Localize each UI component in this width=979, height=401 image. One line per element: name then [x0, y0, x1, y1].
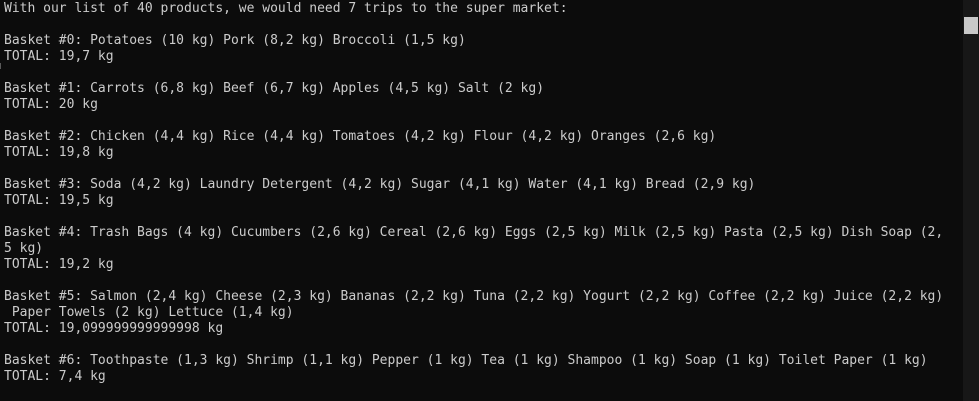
console-line: TOTAL: 19,8 kg [4, 145, 114, 160]
scrollbar-thumb[interactable] [964, 17, 978, 34]
vertical-scrollbar[interactable] [963, 0, 979, 401]
console-edge-marker [0, 63, 1, 69]
console-line: Basket #0: Potatoes (10 kg) Pork (8,2 kg… [4, 33, 466, 48]
console-line: Basket #5: Salmon (2,4 kg) Cheese (2,3 k… [4, 289, 944, 304]
console-output: With our list of 40 products, we would n… [4, 1, 963, 385]
console-line: Basket #3: Soda (4,2 kg) Laundry Deterge… [4, 177, 756, 192]
console-line: With our list of 40 products, we would n… [4, 1, 568, 16]
console-line: Basket #6: Toothpaste (1,3 kg) Shrimp (1… [4, 353, 928, 368]
console-line: Basket #4: Trash Bags (4 kg) Cucumbers (… [4, 225, 944, 240]
console-line: TOTAL: 19,5 kg [4, 193, 114, 208]
console-line: Basket #1: Carrots (6,8 kg) Beef (6,7 kg… [4, 81, 545, 96]
console-line: TOTAL: 19,099999999999998 kg [4, 321, 224, 336]
console-line: Basket #2: Chicken (4,4 kg) Rice (4,4 kg… [4, 129, 717, 144]
console-line: 5 kg) [4, 241, 44, 256]
console-line: TOTAL: 19,7 kg [4, 49, 114, 64]
console-window: With our list of 40 products, we would n… [0, 0, 963, 401]
console-line: TOTAL: 19,2 kg [4, 257, 114, 272]
console-line: TOTAL: 20 kg [4, 97, 98, 112]
console-line: TOTAL: 7,4 kg [4, 369, 106, 384]
console-line: Paper Towels (2 kg) Lettuce (1,4 kg) [4, 305, 294, 320]
